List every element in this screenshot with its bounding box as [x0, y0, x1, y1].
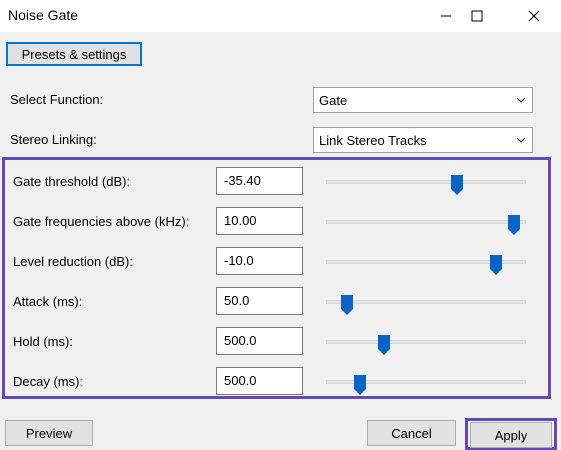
param-row-level-reduction: Level reduction (dB): -10.0: [5, 247, 548, 277]
close-icon: [528, 10, 540, 22]
close-button[interactable]: [511, 0, 557, 32]
level-reduction-input[interactable]: -10.0: [216, 247, 303, 275]
gate-threshold-label: Gate threshold (dB):: [13, 174, 131, 189]
decay-input[interactable]: 500.0: [216, 367, 303, 395]
param-row-hold: Hold (ms): 500.0: [5, 327, 548, 357]
level-reduction-slider-thumb[interactable]: [489, 254, 503, 276]
gate-threshold-slider-thumb[interactable]: [450, 174, 464, 196]
gate-threshold-slider[interactable]: [326, 175, 526, 195]
decay-slider-thumb[interactable]: [353, 374, 367, 396]
level-reduction-label: Level reduction (dB):: [13, 254, 133, 269]
title-bar: Noise Gate: [0, 0, 561, 32]
hold-input[interactable]: 500.0: [216, 327, 303, 355]
hold-label: Hold (ms):: [13, 334, 73, 349]
gate-frequencies-label: Gate frequencies above (kHz):: [13, 214, 190, 229]
attack-slider[interactable]: [326, 295, 526, 315]
stereo-linking-value: Link Stereo Tracks: [319, 132, 427, 148]
select-function-label: Select Function:: [10, 92, 104, 107]
select-function-dropdown[interactable]: Gate: [313, 87, 533, 113]
stereo-linking-dropdown[interactable]: Link Stereo Tracks: [313, 127, 533, 153]
maximize-icon: [471, 10, 483, 22]
select-function-value: Gate: [319, 92, 348, 108]
presets-settings-button[interactable]: Presets & settings: [6, 42, 142, 66]
chevron-down-icon: [516, 137, 526, 143]
attack-input[interactable]: 50.0: [216, 287, 303, 315]
preview-button[interactable]: Preview: [5, 420, 93, 446]
param-row-attack: Attack (ms): 50.0: [5, 287, 548, 317]
gate-threshold-input[interactable]: -35.40: [216, 167, 303, 195]
apply-button[interactable]: Apply: [470, 422, 552, 448]
apply-highlight: Apply: [465, 418, 557, 450]
gate-frequencies-input[interactable]: 10.00: [216, 207, 303, 235]
parameters-panel: Gate threshold (dB): -35.40 Gate frequen…: [2, 157, 551, 399]
gate-frequencies-slider-thumb[interactable]: [507, 214, 521, 236]
gate-frequencies-slider[interactable]: [326, 215, 526, 235]
hold-slider-thumb[interactable]: [377, 334, 391, 356]
param-row-gate-threshold: Gate threshold (dB): -35.40: [5, 167, 548, 197]
chevron-down-icon: [516, 97, 526, 103]
level-reduction-slider[interactable]: [326, 255, 526, 275]
cancel-button[interactable]: Cancel: [367, 420, 456, 446]
window-title: Noise Gate: [8, 7, 79, 23]
minimize-icon: [441, 15, 451, 17]
decay-slider[interactable]: [326, 375, 526, 395]
hold-slider[interactable]: [326, 335, 526, 355]
decay-label: Decay (ms):: [13, 374, 84, 389]
param-row-gate-frequencies: Gate frequencies above (kHz): 10.00: [5, 207, 548, 237]
param-row-decay: Decay (ms): 500.0: [5, 367, 548, 397]
attack-label: Attack (ms):: [13, 294, 83, 309]
attack-slider-thumb[interactable]: [340, 294, 354, 316]
stereo-linking-label: Stereo Linking:: [10, 132, 97, 147]
maximize-button[interactable]: [454, 0, 500, 32]
